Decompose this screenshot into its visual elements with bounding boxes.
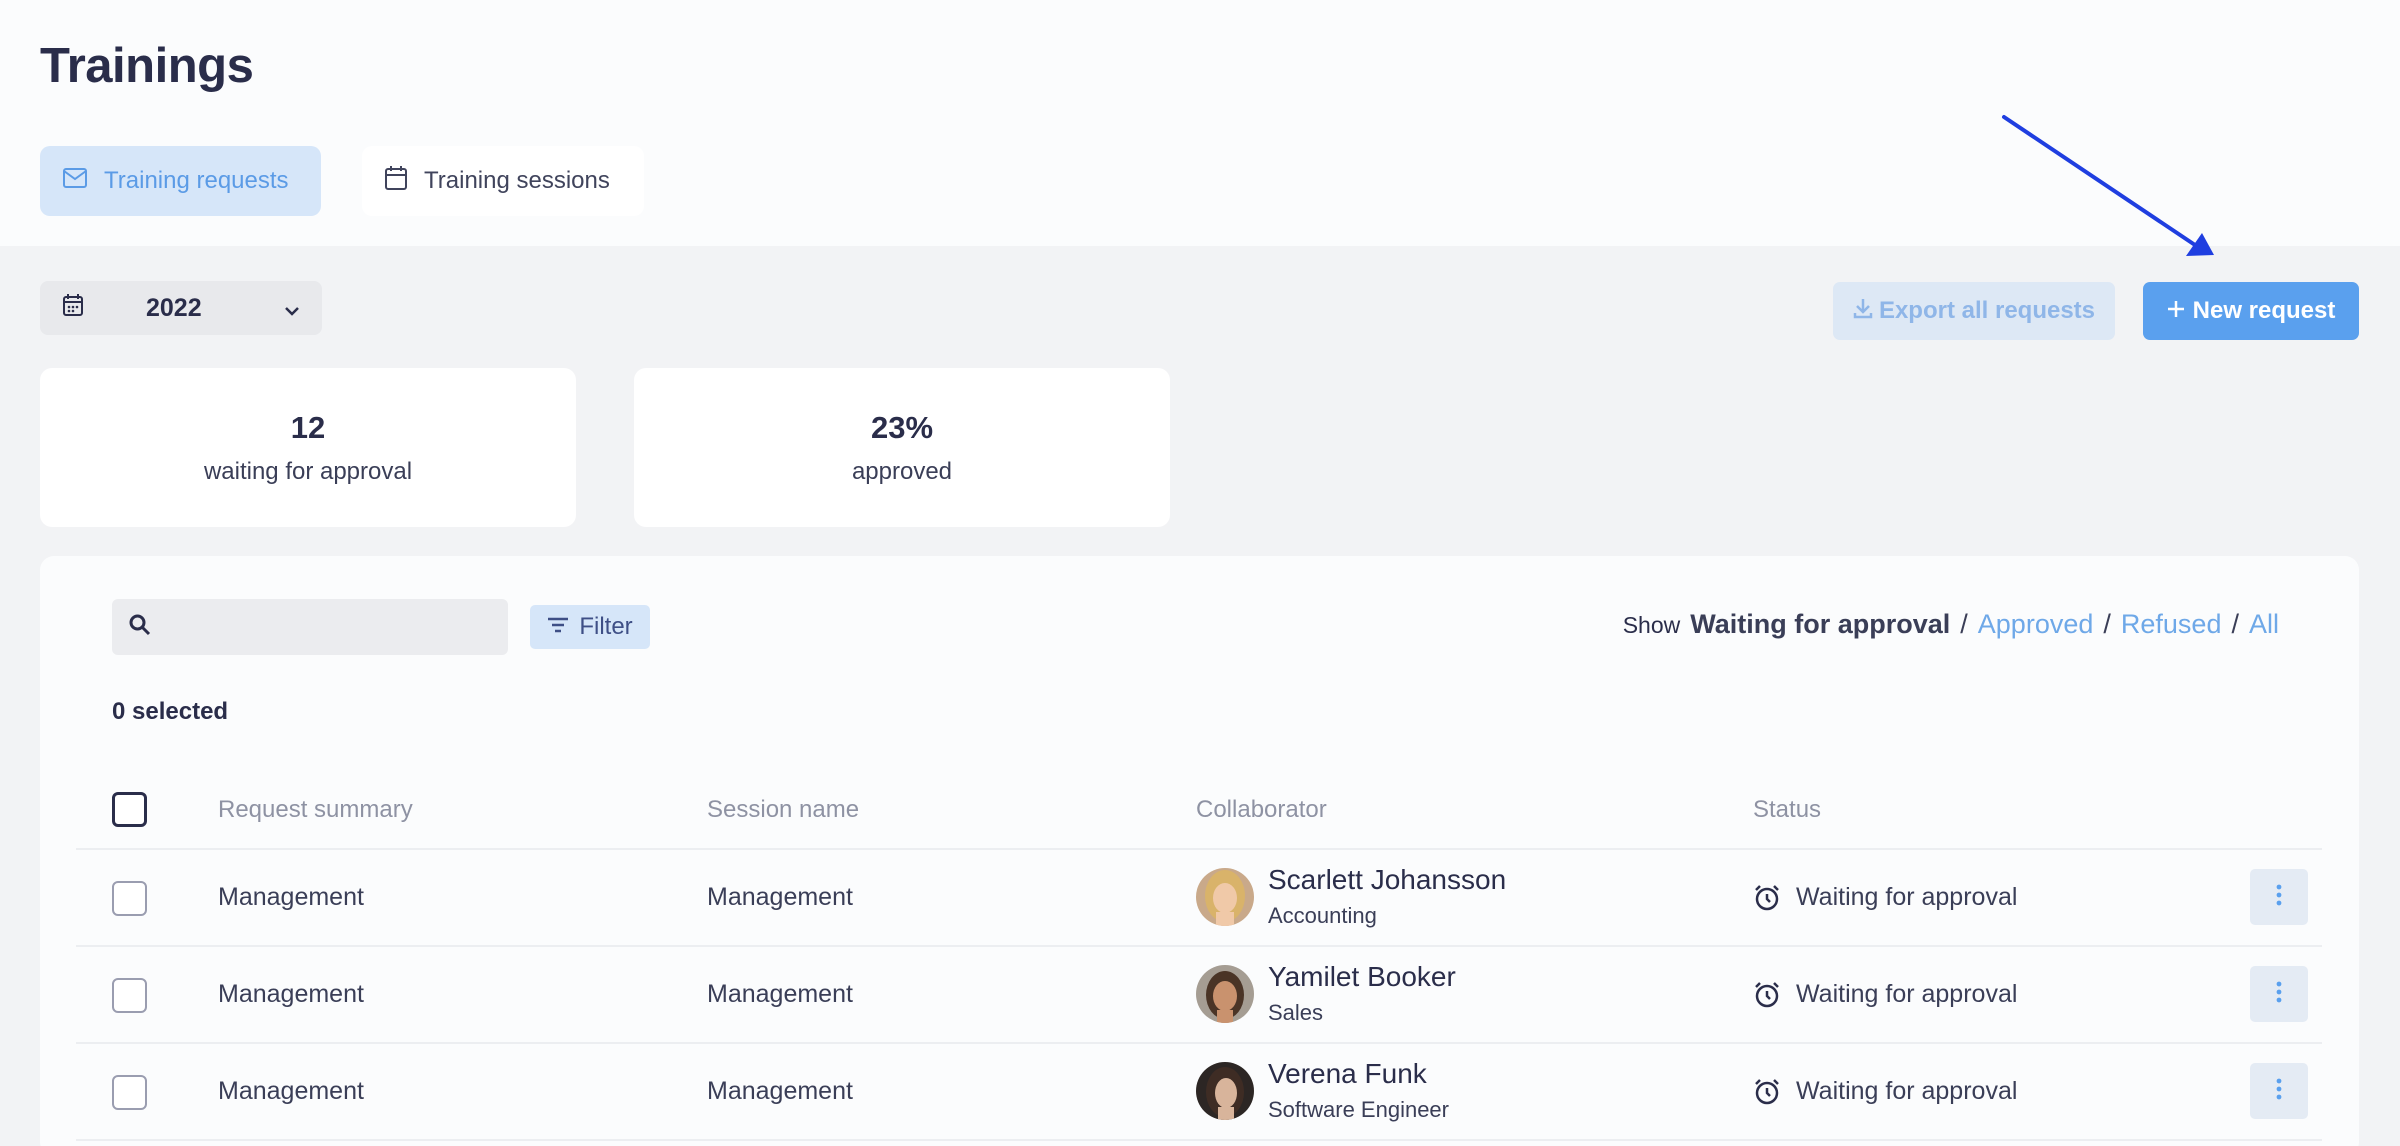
more-vertical-icon	[2275, 1078, 2283, 1105]
collaborator-department: Software Engineer	[1268, 1097, 1449, 1122]
collaborator-department: Accounting	[1268, 903, 1377, 928]
stat-label: approved	[851, 457, 953, 485]
new-request-label: New request	[2192, 297, 2336, 324]
column-header[interactable]: Session name	[707, 796, 859, 824]
selected-count: 0 selected	[112, 698, 229, 725]
separator: /	[2231, 609, 2239, 639]
status-text: Waiting for approval	[1796, 883, 2018, 911]
session-name: Management	[707, 1077, 853, 1105]
avatar	[1196, 1062, 1254, 1120]
row-checkbox[interactable]	[112, 881, 147, 916]
session-name: Management	[707, 883, 853, 911]
request-summary: Management	[218, 980, 364, 1008]
collaborator-name: Yamilet Booker	[1268, 961, 1456, 992]
filter-icon	[547, 613, 569, 641]
row-menu-button[interactable]	[2250, 869, 2308, 925]
request-summary: Management	[218, 1077, 364, 1105]
annotation-arrow-icon	[2002, 115, 2214, 256]
stat-value: 12	[290, 409, 326, 445]
stat-card-approved: 23% approved	[634, 368, 1170, 527]
tab-label: Training requests	[104, 167, 289, 194]
requests-panel: Filter Show Waiting for approval / Appro…	[40, 556, 2359, 1146]
table-row[interactable]: Management Management Yamilet Booker Sal…	[76, 947, 2322, 1044]
collaborator-department: Sales	[1268, 1000, 1324, 1025]
mail-icon	[62, 167, 88, 196]
calendar-icon	[384, 165, 408, 198]
column-header[interactable]: Request summary	[218, 796, 413, 824]
row-menu-button[interactable]	[2250, 966, 2308, 1022]
search-input[interactable]	[164, 607, 494, 647]
export-all-requests-button[interactable]: Export all requests	[1833, 282, 2115, 340]
status-text: Waiting for approval	[1796, 980, 2018, 1008]
row-menu-button[interactable]	[2250, 1063, 2308, 1119]
status-filter-links: Show Waiting for approval / Approved / R…	[1623, 609, 2279, 640]
avatar	[1196, 965, 1254, 1023]
table-header: Request summary Session name Collaborato…	[76, 774, 2322, 850]
collaborator-name: Scarlett Johansson	[1268, 864, 1507, 895]
separator: /	[1960, 609, 1968, 639]
request-summary: Management	[218, 883, 364, 911]
calendar-icon	[62, 293, 84, 324]
tab-training-sessions[interactable]: Training sessions	[362, 146, 644, 216]
session-name: Management	[707, 980, 853, 1008]
show-option-refused[interactable]: Refused	[2121, 609, 2222, 640]
search-box[interactable]	[112, 599, 508, 655]
row-checkbox[interactable]	[112, 978, 147, 1013]
new-request-button[interactable]: New request	[2143, 282, 2359, 340]
stat-label: waiting for approval	[203, 457, 413, 485]
show-option-approved[interactable]: Approved	[1978, 609, 2094, 640]
row-checkbox[interactable]	[112, 1075, 147, 1110]
status-text: Waiting for approval	[1796, 1077, 2018, 1105]
search-icon	[128, 613, 152, 642]
column-header[interactable]: Status	[1753, 796, 1821, 824]
year-value: 2022	[146, 293, 202, 322]
tab-label: Training sessions	[424, 167, 610, 194]
collaborator-name: Verena Funk	[1268, 1058, 1427, 1089]
table-row[interactable]: Management Management Scarlett Johansson…	[76, 850, 2322, 947]
column-header[interactable]: Collaborator	[1196, 796, 1327, 824]
download-icon	[1853, 297, 1873, 326]
select-all-checkbox[interactable]	[112, 792, 147, 827]
show-option-waiting[interactable]: Waiting for approval	[1690, 609, 1950, 640]
stat-value: 23%	[870, 409, 934, 445]
stat-card-waiting: 12 waiting for approval	[40, 368, 576, 527]
table-row[interactable]: Management Management Verena Funk Softwa…	[76, 1044, 2322, 1141]
show-label: Show	[1622, 612, 1681, 638]
alarm-clock-icon	[1753, 1078, 1781, 1111]
plus-icon	[2167, 297, 2185, 325]
tab-training-requests[interactable]: Training requests	[40, 146, 321, 216]
more-vertical-icon	[2275, 884, 2283, 911]
export-label: Export all requests	[1878, 297, 2096, 324]
show-option-all[interactable]: All	[2249, 609, 2279, 640]
more-vertical-icon	[2275, 981, 2283, 1008]
chevron-down-icon	[284, 294, 300, 323]
alarm-clock-icon	[1753, 884, 1781, 917]
alarm-clock-icon	[1753, 981, 1781, 1014]
page-title: Trainings	[40, 39, 254, 93]
filter-button[interactable]: Filter	[530, 605, 650, 649]
year-select[interactable]: 2022	[40, 281, 322, 335]
avatar	[1196, 868, 1254, 926]
separator: /	[2103, 609, 2111, 639]
filter-label: Filter	[579, 613, 633, 640]
